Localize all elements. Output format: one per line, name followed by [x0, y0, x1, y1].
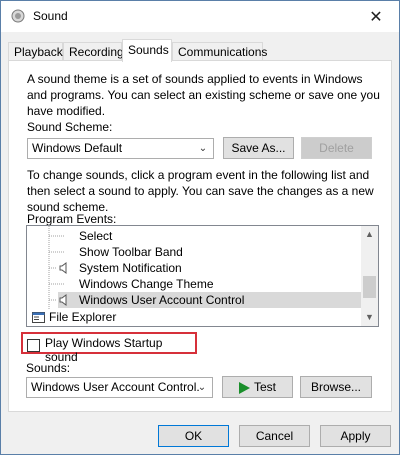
tab-recording[interactable]: Recording	[63, 42, 124, 60]
speaker-icon	[11, 9, 25, 23]
close-icon: ✕	[369, 8, 383, 26]
sounds-select[interactable]: Windows User Account Control. ⌄	[26, 377, 213, 398]
folder-icon	[32, 312, 45, 323]
tab-communications[interactable]: Communications	[172, 42, 267, 60]
play-icon	[238, 381, 250, 394]
speaker-icon	[59, 262, 67, 274]
sounds-label: Sounds:	[26, 361, 71, 375]
tab-sounds[interactable]: Sounds	[122, 39, 172, 62]
description-line-2: and programs. You can select an existing…	[27, 88, 380, 102]
event-item-system-notification[interactable]: System Notification	[27, 260, 361, 276]
event-item-file-explorer[interactable]: File Explorer	[27, 309, 361, 325]
title-bar: Sound ✕	[1, 1, 399, 32]
scroll-down-icon[interactable]: ▼	[361, 309, 378, 326]
sound-scheme-label: Sound Scheme:	[27, 120, 113, 134]
program-events-list[interactable]: Select Show Toolbar Band System Notifica…	[26, 225, 379, 327]
ok-button[interactable]: OK	[158, 425, 229, 447]
events-scrollbar[interactable]: ▲ ▼	[361, 226, 378, 326]
instructions-line-1: To change sounds, click a program event …	[27, 168, 370, 182]
event-item-select[interactable]: Select	[27, 228, 361, 244]
save-as-button[interactable]: Save As...	[223, 137, 294, 159]
delete-button[interactable]: Delete	[301, 137, 372, 159]
startup-sound-highlight: Play Windows Startup sound	[21, 332, 197, 364]
chevron-down-icon: ⌄	[198, 143, 208, 154]
sound-scheme-select[interactable]: Windows Default ⌄	[27, 138, 214, 159]
startup-sound-checkbox[interactable]	[27, 339, 40, 352]
tab-playback[interactable]: Playback	[8, 42, 63, 60]
event-item-show-toolbar-band[interactable]: Show Toolbar Band	[27, 244, 361, 260]
apply-button[interactable]: Apply	[320, 425, 391, 447]
description-line-3: have modified.	[27, 104, 106, 118]
cancel-button[interactable]: Cancel	[239, 425, 310, 447]
event-item-windows-change-theme[interactable]: Windows Change Theme	[27, 276, 361, 292]
close-button[interactable]: ✕	[353, 1, 399, 32]
browse-button[interactable]: Browse...	[300, 376, 372, 398]
test-button[interactable]: Test	[222, 376, 293, 398]
window-title: Sound	[33, 9, 68, 23]
description-line-1: A sound theme is a set of sounds applied…	[27, 72, 363, 86]
sound-dialog: Sound ✕ Playback Recording Sounds Commun…	[0, 0, 400, 455]
event-item-windows-user-account-control[interactable]: Windows User Account Control	[58, 292, 361, 308]
scroll-thumb[interactable]	[363, 276, 376, 298]
instructions-line-2: then select a sound to apply. You can sa…	[27, 184, 374, 198]
scroll-up-icon[interactable]: ▲	[361, 226, 378, 243]
speaker-icon	[59, 294, 67, 306]
chevron-down-icon: ⌄	[197, 382, 207, 393]
